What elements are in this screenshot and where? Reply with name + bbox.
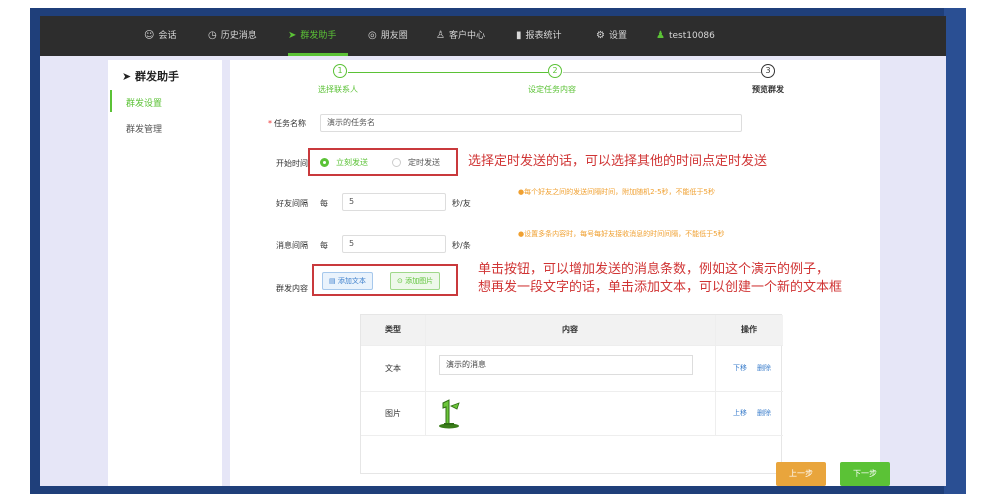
annotation-add-line-2: 想再发一段文字的话，单击添加文本，可以创建一个新的文本框 — [478, 280, 843, 295]
sidebar-item-mass-settings[interactable]: 群发设置 — [126, 96, 162, 109]
highlight-box-start-time — [308, 148, 458, 176]
nav-item-settings[interactable]: ⚙ 设置 — [596, 16, 627, 56]
main-panel: 1 2 3 选择联系人 设定任务内容 预览群发 * 任务名称 演示的任务名 开始时… — [230, 60, 890, 486]
nav-item-customer[interactable]: ♙ 客户中心 — [436, 16, 485, 56]
msg-interval-prefix: 每 — [320, 241, 328, 250]
step-2-circle: 2 — [548, 64, 562, 78]
step-3-label: 预览群发 — [752, 85, 784, 94]
clock-icon: ◷ — [208, 30, 217, 41]
step-3-circle: 3 — [761, 64, 775, 78]
chat-icon: ☺ — [144, 30, 155, 41]
friend-interval-label: 好友间隔 — [276, 199, 308, 208]
highlight-box-add-buttons — [312, 264, 458, 296]
sidebar-title: ➤ 群发助手 — [122, 70, 180, 83]
task-name-input[interactable]: 演示的任务名 — [320, 114, 742, 132]
friend-interval-hint: ●每个好友之间的发送间隔时间，附加随机2-5秒，不能低于5秒 — [518, 188, 715, 196]
table-header-ops: 操作 — [715, 315, 783, 345]
friend-interval-prefix: 每 — [320, 199, 328, 208]
gear-icon: ⚙ — [596, 30, 605, 41]
top-nav: ☺ 会话 ◷ 历史消息 ➤ 群发助手 ◎ 朋友圈 ♙ 客户中心 ▮ 报表统计 ⚙ 设置 ♟ te… — [40, 16, 946, 56]
nav-item-reports[interactable]: ▮ 报表统计 — [516, 16, 562, 56]
table-row-divider — [361, 435, 783, 436]
task-name-label: * 任务名称 — [268, 119, 306, 128]
table-col-divider — [425, 315, 426, 435]
table-col-divider — [715, 315, 716, 435]
nav-item-chat[interactable]: ☺ 会话 — [144, 16, 176, 56]
next-step-button[interactable]: 下一步 — [840, 462, 890, 486]
annotation-add-line-1: 单击按钮，可以增加发送的消息条数，例如这个演示的例子， — [478, 262, 830, 277]
row-1-move-down-link[interactable]: 下移 — [733, 363, 747, 373]
moments-icon: ◎ — [368, 30, 377, 41]
msg-interval-unit: 秒/条 — [452, 241, 471, 250]
friend-interval-input[interactable]: 5 — [342, 193, 446, 211]
row-2-move-up-link[interactable]: 上移 — [733, 408, 747, 418]
step-2-label: 设定任务内容 — [528, 85, 576, 94]
content-label: 群发内容 — [276, 284, 308, 293]
start-time-label: 开始时间 — [276, 159, 308, 168]
nav-item-moments[interactable]: ◎ 朋友圈 — [368, 16, 408, 56]
user-icon: ♟ — [656, 30, 665, 41]
window-frame-shadow — [944, 8, 966, 494]
row-2-type: 图片 — [385, 409, 401, 418]
step-line-2 — [563, 72, 761, 73]
nav-item-mass-send[interactable]: ➤ 群发助手 — [288, 16, 336, 56]
msg-interval-hint: ●设置多条内容时，每号每好友接收消息的时间间隔，不能低于5秒 — [518, 230, 725, 238]
sidebar-item-mass-manage[interactable]: 群发管理 — [126, 122, 162, 135]
nav-item-user[interactable]: ♟ test10086 — [656, 16, 715, 56]
row-2-delete-link[interactable]: 删除 — [757, 408, 771, 418]
app-screen: ☺ 会话 ◷ 历史消息 ➤ 群发助手 ◎ 朋友圈 ♙ 客户中心 ▮ 报表统计 ⚙ 设置 ♟ te… — [40, 16, 946, 486]
row-1-type: 文本 — [385, 364, 401, 373]
friend-interval-unit: 秒/友 — [452, 199, 471, 208]
msg-interval-label: 消息间隔 — [276, 241, 308, 250]
table-row-divider — [361, 345, 783, 346]
row-1-text-input[interactable]: 演示的消息 — [439, 355, 693, 375]
row-1-delete-link[interactable]: 删除 — [757, 363, 771, 373]
msg-interval-input[interactable]: 5 — [342, 235, 446, 253]
image-thumbnail — [439, 399, 460, 429]
sidebar-active-indicator — [110, 90, 112, 112]
step-1-label: 选择联系人 — [318, 85, 358, 94]
send-icon: ➤ — [288, 30, 297, 41]
sidebar: ➤ 群发助手 群发设置 群发管理 — [108, 60, 222, 486]
nav-item-history[interactable]: ◷ 历史消息 — [208, 16, 257, 56]
table-header-type: 类型 — [361, 315, 425, 345]
chart-icon: ▮ — [516, 30, 522, 41]
step-line-1 — [348, 72, 548, 73]
step-1-circle: 1 — [333, 64, 347, 78]
nav-active-indicator — [288, 53, 348, 56]
send-icon: ➤ — [122, 70, 136, 83]
content-table: 类型 内容 操作 文本 演示的消息 下移 删除 图片 上移 删除 — [360, 314, 783, 474]
table-header-content: 内容 — [425, 315, 715, 345]
prev-step-button[interactable]: 上一步 — [776, 462, 826, 486]
person-icon: ♙ — [436, 30, 445, 41]
annotation-timed-send: 选择定时发送的话，可以选择其他的时间点定时发送 — [468, 154, 768, 169]
table-row-divider — [361, 391, 783, 392]
